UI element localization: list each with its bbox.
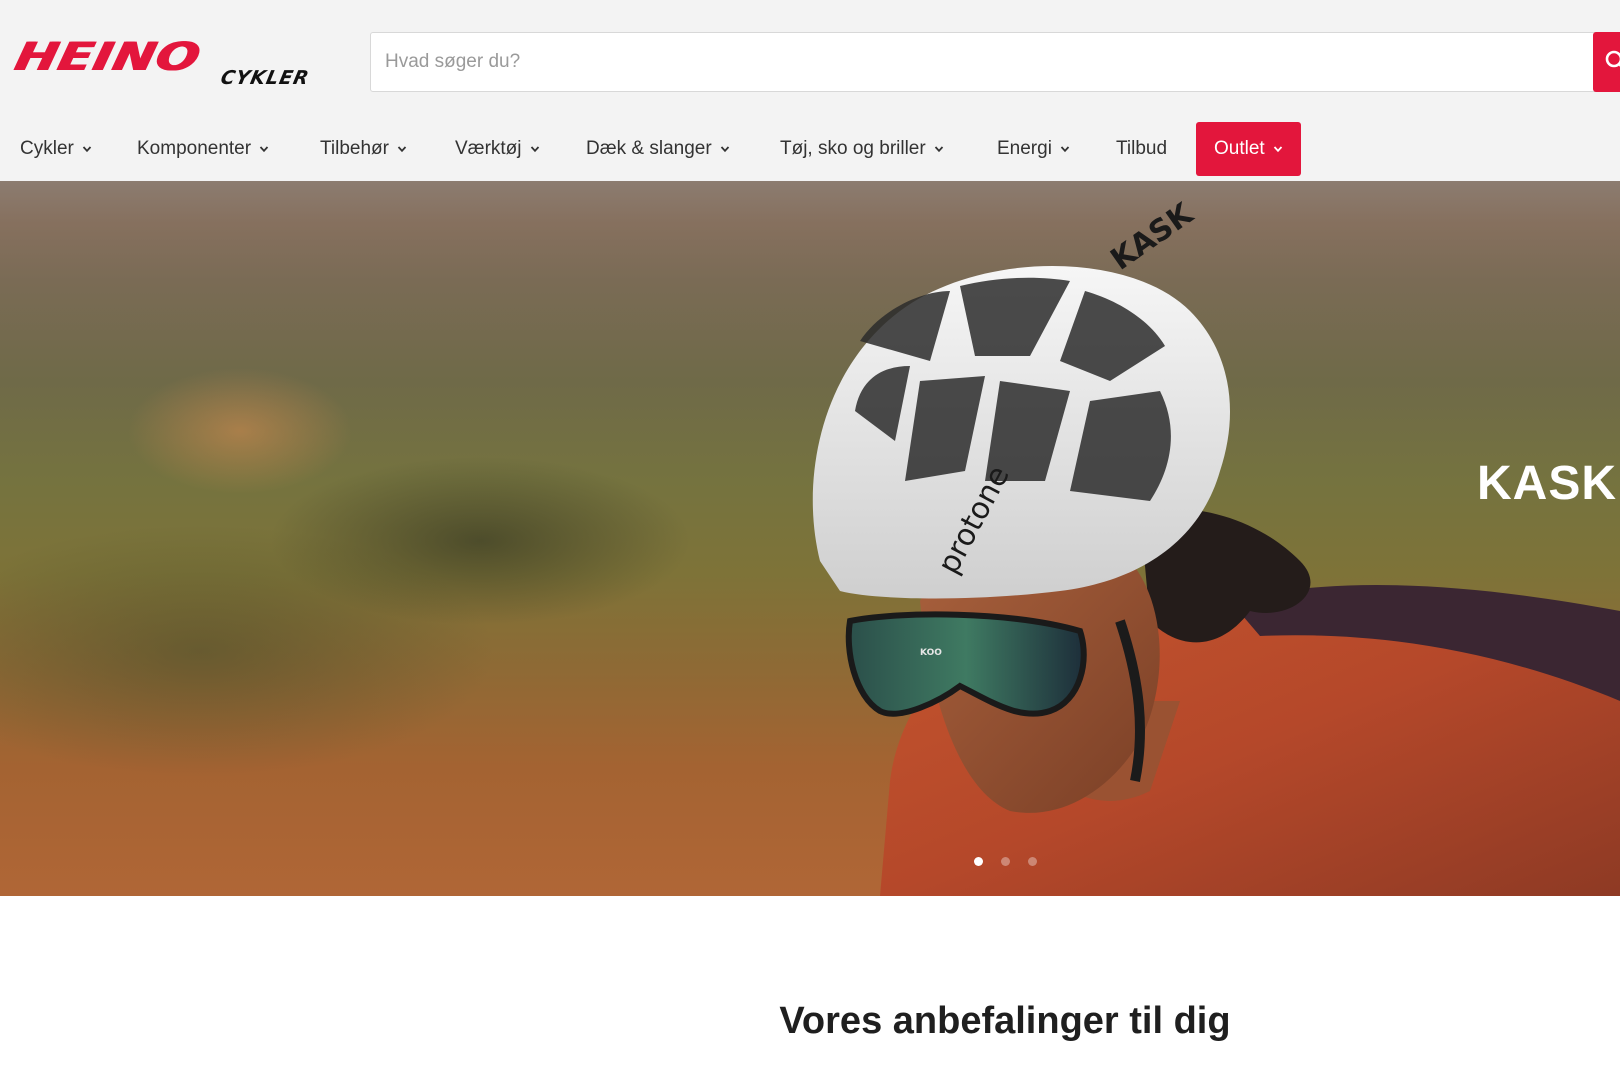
nav-item-cykler[interactable]: Cykler <box>20 122 92 176</box>
main-nav: Cykler Komponenter Tilbehør Værktøj Dæk … <box>0 122 1620 176</box>
chevron-down-icon <box>259 146 269 153</box>
chevron-down-icon <box>82 146 92 153</box>
site-header: HEINO CYKLER Cykler Komponenter Tilbehør… <box>0 0 1620 181</box>
search-button[interactable] <box>1593 32 1620 92</box>
chevron-down-icon <box>934 146 943 153</box>
chevron-down-icon <box>1060 146 1070 153</box>
chevron-down-icon <box>720 146 729 153</box>
hero-image: protone KASK KOO <box>812 195 1620 896</box>
carousel-dot-2[interactable] <box>1001 857 1010 866</box>
search-bar <box>370 32 1620 92</box>
brand-wordmark: HEINO <box>10 34 204 80</box>
search-icon <box>1605 50 1620 68</box>
nav-item-label: Tilbehør <box>320 138 389 159</box>
nav-item-vaerktoj[interactable]: Værktøj <box>455 122 540 176</box>
brand-subtitle: CYKLER <box>218 67 312 89</box>
nav-item-label: Tøj, sko og briller <box>780 138 926 159</box>
brand-logo[interactable]: HEINO CYKLER <box>10 34 343 90</box>
nav-item-label: Energi <box>997 138 1052 159</box>
nav-item-tilbud[interactable]: Tilbud <box>1116 122 1167 176</box>
helmet-brand-text: KASK <box>1105 195 1201 277</box>
nav-item-toj-sko-briller[interactable]: Tøj, sko og briller <box>780 122 944 176</box>
search-input[interactable] <box>371 33 1591 91</box>
chevron-down-icon <box>530 146 539 153</box>
nav-item-tilbehor[interactable]: Tilbehør <box>320 122 407 176</box>
nav-item-label: Komponenter <box>137 138 252 159</box>
nav-item-outlet[interactable]: Outlet <box>1196 122 1301 176</box>
glasses-brand-text: KOO <box>920 648 942 658</box>
hero-banner[interactable]: protone KASK KOO KASK <box>0 181 1620 896</box>
nav-item-label: Dæk & slanger <box>586 138 712 159</box>
nav-item-label: Værktøj <box>455 138 522 159</box>
nav-item-komponenter[interactable]: Komponenter <box>137 122 269 176</box>
nav-item-label: Cykler <box>20 138 74 159</box>
nav-item-label: Tilbud <box>1116 138 1168 159</box>
carousel-dots <box>974 857 1037 866</box>
carousel-dot-3[interactable] <box>1028 857 1037 866</box>
nav-item-energi[interactable]: Energi <box>997 122 1070 176</box>
nav-item-daek-slanger[interactable]: Dæk & slanger <box>586 122 730 176</box>
hero-title: KASK <box>1477 457 1618 510</box>
chevron-down-icon <box>397 146 407 153</box>
chevron-down-icon <box>1273 146 1282 153</box>
carousel-dot-1[interactable] <box>974 857 983 866</box>
nav-item-label: Outlet <box>1214 138 1265 159</box>
recommendations-title: Vores anbefalinger til dig <box>779 1000 1231 1042</box>
